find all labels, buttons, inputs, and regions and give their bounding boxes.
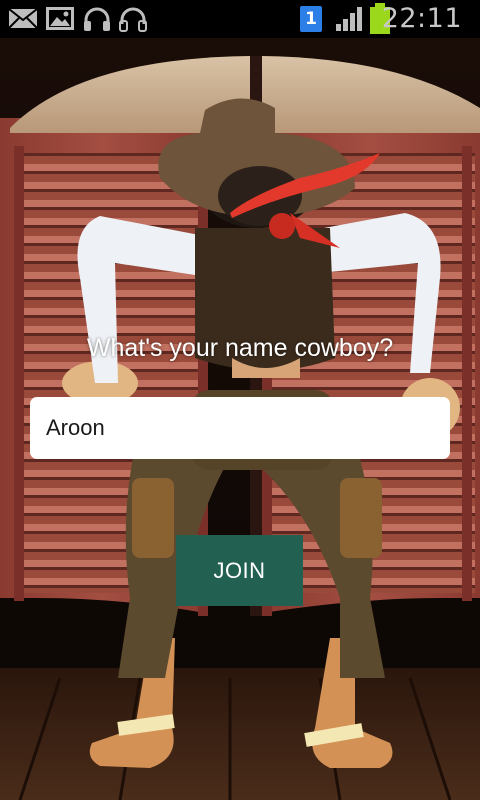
name-prompt: What's your name cowboy? [86,334,394,362]
sim-icon: 1 [300,6,322,32]
status-bar: 1 22:11 [0,0,480,38]
headphones-icon [84,7,110,31]
saloon-background: What's your name cowboy? JOIN [0,38,480,800]
headphones-icon [119,7,147,32]
mail-icon [8,8,38,29]
clock: 22:11 [381,3,462,34]
join-button[interactable]: JOIN [176,535,303,606]
signal-icon [336,7,362,31]
image-icon [46,7,74,30]
name-input[interactable] [30,397,450,459]
